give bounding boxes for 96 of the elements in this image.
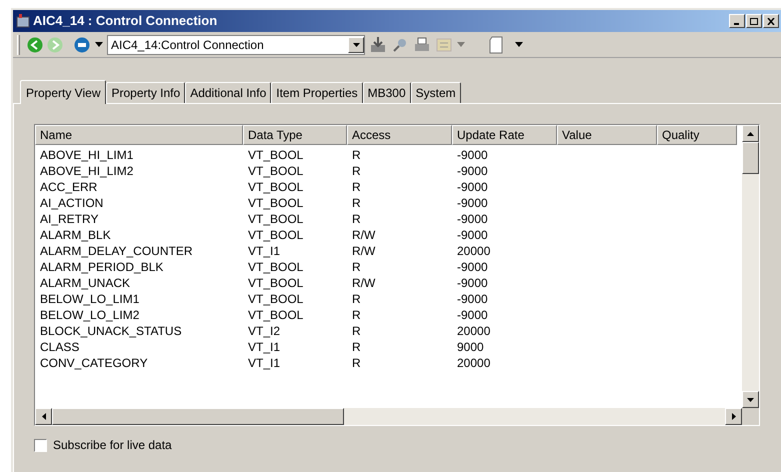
close-button[interactable] (763, 14, 779, 28)
table-cell-text: ALARM_BLK (39, 227, 112, 243)
table-cell-text: VT_I1 (247, 355, 282, 371)
scroll-down-icon[interactable] (747, 398, 754, 402)
tab[interactable]: MB300 (362, 82, 411, 103)
table-cell-text: -9000 (456, 275, 489, 291)
download-icon[interactable] (369, 36, 387, 54)
tab[interactable]: Property Info (106, 82, 186, 103)
ai-badge-icon[interactable] (73, 36, 91, 52)
tab[interactable]: Property View (20, 80, 106, 104)
table-cell-text: -9000 (456, 291, 489, 307)
table-cell-text: -9000 (456, 259, 489, 275)
address-combobox[interactable]: AIC4_14:Control Connection (107, 34, 365, 54)
table-cell-text: BELOW_LO_LIM1 (39, 291, 140, 307)
maximize-button[interactable] (746, 14, 762, 28)
table-cell-text: ALARM_DELAY_COUNTER (39, 243, 194, 259)
table-cell-text: R/W (351, 227, 376, 243)
dropdown-caret-icon[interactable] (95, 42, 103, 47)
tab[interactable]: Item Properties (271, 82, 363, 103)
minimize-button[interactable] (729, 14, 745, 28)
table-cell-text: R/W (351, 243, 376, 259)
table-cell-text: ABOVE_HI_LIM2 (39, 163, 134, 179)
table-cell-text: VT_I2 (247, 323, 282, 339)
table-cell-text: VT_BOOL (247, 227, 304, 243)
table-cell-text: -9000 (456, 147, 489, 163)
table-cell-text: 20000 (456, 323, 492, 339)
scroll-thumb[interactable] (742, 142, 759, 174)
maximize-icon (750, 18, 758, 24)
table-cell-text: 9000 (456, 339, 485, 355)
scroll-thumb[interactable] (52, 408, 344, 425)
tab[interactable]: Additional Info (185, 82, 272, 103)
table-cell-text: VT_BOOL (247, 275, 304, 291)
table-cell-text: -9000 (456, 179, 489, 195)
scroll-up-icon[interactable] (747, 132, 754, 136)
table-cell-text: R (351, 179, 362, 195)
table-cell-text: CLASS (39, 339, 80, 355)
table-cell-text: -9000 (456, 211, 489, 227)
table-cell-text: ACC_ERR (39, 179, 98, 195)
scroll-left-icon[interactable] (42, 413, 46, 420)
column-header[interactable]: Data Type (243, 125, 347, 145)
scroll-right-icon[interactable] (732, 413, 736, 420)
dropdown-caret-icon (457, 42, 465, 47)
page-icon[interactable] (489, 36, 505, 54)
table-cell-text: R (351, 211, 362, 227)
table-cell-text: VT_BOOL (247, 211, 304, 227)
table-cell-text: ALARM_PERIOD_BLK (39, 259, 164, 275)
table-cell-text: BELOW_LO_LIM2 (39, 307, 140, 323)
table-cell-text: R (351, 339, 362, 355)
printer-icon[interactable] (413, 36, 431, 54)
table-cell-text: -9000 (456, 307, 489, 323)
table-cell-text: CONV_CATEGORY (39, 355, 149, 371)
table-cell-text: AI_ACTION (39, 195, 104, 211)
table-cell-text: VT_BOOL (247, 179, 304, 195)
horizontal-scrollbar[interactable] (35, 408, 742, 425)
table-cell-text: R (351, 147, 362, 163)
table-cell-text: ALARM_UNACK (39, 275, 132, 291)
table-cell-text: VT_BOOL (247, 291, 304, 307)
column-header[interactable]: Update Rate (452, 125, 557, 145)
table-cell-text: ABOVE_HI_LIM1 (39, 147, 134, 163)
table-cell-text: AI_RETRY (39, 211, 100, 227)
tab[interactable]: System (410, 82, 461, 103)
table-cell-text: -9000 (456, 163, 489, 179)
table-cell-text: R (351, 323, 362, 339)
table-cell-text: VT_BOOL (247, 147, 304, 163)
checkbox[interactable] (34, 438, 47, 452)
table-cell-text: VT_I1 (247, 243, 282, 259)
column-header[interactable]: Value (557, 125, 657, 145)
table-cell-text: VT_BOOL (247, 259, 304, 275)
column-header[interactable]: Name (35, 125, 243, 145)
window-title: AIC4_14 : Control Connection (33, 12, 218, 30)
column-header[interactable]: Access (347, 125, 452, 145)
table-cell-text: BLOCK_UNACK_STATUS (39, 323, 183, 339)
table-cell-text: R (351, 163, 362, 179)
dropdown-caret-icon[interactable] (515, 42, 523, 47)
table-cell-text: -9000 (456, 227, 489, 243)
table-cell-text: 20000 (456, 243, 492, 259)
table-cell-text: -9000 (456, 195, 489, 211)
table-cell-text: VT_I1 (247, 339, 282, 355)
table-cell-text: R (351, 355, 362, 371)
vertical-scrollbar[interactable] (742, 125, 759, 408)
column-header[interactable]: Quality (657, 125, 737, 145)
table-cell-text: R (351, 291, 362, 307)
table-cell-text: VT_BOOL (247, 163, 304, 179)
scrollbar-corner (742, 408, 759, 425)
table-cell-text: R (351, 259, 362, 275)
checkbox-label: Subscribe for live data (53, 437, 172, 454)
app-icon (15, 13, 31, 29)
table-cell-text: R (351, 307, 362, 323)
table-cell-text: VT_BOOL (247, 195, 304, 211)
table-cell-text: VT_BOOL (247, 307, 304, 323)
back-icon[interactable] (27, 36, 43, 52)
table-cell-text: R (351, 195, 362, 211)
table-cell-text: 20000 (456, 355, 492, 371)
table-cell-text: R/W (351, 275, 376, 291)
dropdown-caret-icon (352, 42, 360, 46)
close-icon (767, 18, 775, 24)
